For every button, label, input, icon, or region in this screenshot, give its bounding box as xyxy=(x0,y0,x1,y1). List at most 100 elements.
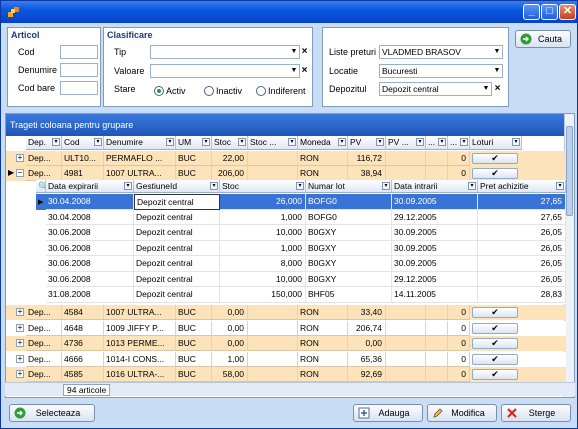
modifica-label: Modifica xyxy=(451,408,485,418)
table-row[interactable]: + Dep... ULT10... PERMAFLO ... BUC 22,00 RON 11… xyxy=(6,151,566,166)
detail-cell[interactable]: Depozit central xyxy=(134,256,220,272)
filter-icon[interactable]: ▾ xyxy=(438,138,446,146)
close-button[interactable]: ✕ xyxy=(559,4,576,20)
detail-cell[interactable]: Depozit central xyxy=(134,271,220,287)
table-cell: 0 xyxy=(448,351,470,367)
detail-cell[interactable]: Depozit central xyxy=(134,209,220,225)
detail-row[interactable]: 30.06.2008 Depozit central 10,000 B0GXY 30.0… xyxy=(36,225,566,241)
column-header[interactable]: Moneda ▾ xyxy=(298,136,348,150)
detail-cell: 29.12.2005 xyxy=(392,271,478,287)
filter-icon[interactable]: ▾ xyxy=(382,182,390,190)
detail-cell[interactable]: Depozit central xyxy=(134,287,220,303)
column-header[interactable]: Dep. ▾ xyxy=(26,136,62,150)
table-row[interactable]: + Dep... 4584 1007 ULTRA... BUC 0,00 RON 33,40 0… xyxy=(6,305,566,320)
detail-row[interactable]: 31.08.2008 Depozit central 150,000 BHF05 14.… xyxy=(36,287,566,303)
table-cell: 1014-I CONS... xyxy=(104,351,176,367)
detail-cell[interactable]: Depozit central xyxy=(134,240,220,256)
column-header[interactable]: Loturi ▾ xyxy=(470,136,522,150)
filter-icon[interactable]: ▾ xyxy=(460,138,468,146)
loturi-check-button[interactable]: ✔ xyxy=(472,369,518,380)
detail-row[interactable]: 30.04.2008 Depozit central 1,000 BOFG0 29.12… xyxy=(36,209,566,225)
column-header[interactable]: ... ▾ xyxy=(426,136,448,150)
group-by-bar[interactable]: Trageti coloana pentru grupare xyxy=(6,114,566,136)
filter-icon[interactable]: ▾ xyxy=(296,182,304,190)
tip-select[interactable]: ▼ xyxy=(150,45,300,59)
detail-column-header[interactable]: Data intrarii ▾ xyxy=(392,180,478,193)
collapse-icon[interactable]: − xyxy=(16,169,24,177)
maximize-button[interactable]: □ xyxy=(541,4,558,20)
expand-icon[interactable]: + xyxy=(16,339,24,347)
clear-valoare-icon[interactable]: × xyxy=(300,65,309,77)
expand-icon[interactable]: + xyxy=(16,308,24,316)
minimize-button[interactable]: _ xyxy=(523,4,540,20)
filter-icon[interactable]: ▾ xyxy=(94,138,102,146)
detail-column-header[interactable]: Stoc ▾ xyxy=(220,180,306,193)
detail-cell[interactable]: Depozit central xyxy=(134,225,220,241)
column-header[interactable]: PV ▾ xyxy=(348,136,386,150)
activ-radio[interactable] xyxy=(154,86,164,96)
detail-row[interactable]: ▶ 30.04.2008 Depozit central 26,000 BOFG0 30.… xyxy=(36,194,566,210)
filter-icon[interactable]: ▾ xyxy=(416,138,424,146)
filter-icon[interactable]: ▾ xyxy=(52,138,60,146)
detail-cell[interactable]: Depozit central xyxy=(134,194,220,210)
detail-row[interactable]: 30.06.2008 Depozit central 8,000 B0GXY 30.09… xyxy=(36,256,566,272)
indiferent-radio[interactable] xyxy=(256,86,266,96)
adauga-button[interactable]: Adauga xyxy=(353,404,423,422)
table-row[interactable]: + Dep... 4648 1009 JIFFY P... BUC 0,00 RON 206,… xyxy=(6,320,566,336)
filter-icon[interactable]: ▾ xyxy=(288,138,296,146)
cod-bare-input[interactable] xyxy=(60,81,98,95)
column-header[interactable]: Stoc ... ▾ xyxy=(248,136,298,150)
filter-icon[interactable]: ▾ xyxy=(210,182,218,190)
valoare-select[interactable]: ▼ xyxy=(150,64,300,78)
filter-icon[interactable]: ▾ xyxy=(238,138,246,146)
clear-tip-icon[interactable]: × xyxy=(300,46,309,58)
detail-column-header[interactable]: Numar lot ▾ xyxy=(306,180,392,193)
filter-icon[interactable]: ▾ xyxy=(468,182,476,190)
filter-icon[interactable]: ▾ xyxy=(512,138,520,146)
expand-icon[interactable]: + xyxy=(16,323,24,332)
filter-icon[interactable]: ▾ xyxy=(202,138,210,146)
loturi-check-button[interactable]: ✔ xyxy=(472,353,518,365)
table-row[interactable]: − ▶ Dep... 4981 1007 ULTRA... BUC 206,00 RON 38,… xyxy=(6,166,566,181)
detail-row[interactable]: 30.06.2008 Depozit central 1,000 B0GXY 30.09… xyxy=(36,240,566,256)
column-header[interactable]: PV ... ▾ xyxy=(386,136,426,150)
filter-icon[interactable]: ▾ xyxy=(376,138,384,146)
loturi-check-button[interactable]: ✔ xyxy=(472,338,518,349)
column-header[interactable]: Cod ▾ xyxy=(62,136,104,150)
clear-depozit-icon[interactable]: × xyxy=(493,83,502,95)
filter-icon[interactable]: ▾ xyxy=(124,182,132,190)
detail-row[interactable]: 30.06.2008 Depozit central 10,000 B0GXY 29.1… xyxy=(36,271,566,287)
column-header[interactable]: Stoc ▾ xyxy=(212,136,248,150)
column-header[interactable]: Denumire ▾ xyxy=(104,136,176,150)
table-row[interactable]: + Dep... 4666 1014-I CONS... BUC 1,00 RON 65,36… xyxy=(6,351,566,367)
detail-column-header[interactable]: Pret achizitie ▾ xyxy=(478,180,566,193)
expand-icon[interactable]: + xyxy=(16,154,24,162)
selecteaza-button[interactable]: Selecteaza xyxy=(9,404,95,422)
column-header[interactable]: UM ▾ xyxy=(176,136,212,150)
denumire-input[interactable] xyxy=(60,63,98,77)
search-icon[interactable]: 🔍 xyxy=(36,180,46,193)
table-row[interactable]: + Dep... 4736 1013 PERME... BUC 0,00 RON 0,00 0 ✔ xyxy=(6,336,566,351)
table-row[interactable]: + Dep... 4585 1016 ULTRA-... BUC 58,00 RON 92,6… xyxy=(6,367,566,382)
depozitul-select[interactable]: Depozit central ▼ xyxy=(379,82,492,96)
loturi-check-button[interactable]: ✔ xyxy=(472,153,518,164)
filter-icon[interactable]: ▾ xyxy=(166,138,174,146)
loturi-check-button[interactable]: ✔ xyxy=(472,307,518,318)
modifica-button[interactable]: Modifica xyxy=(427,404,497,422)
cod-input[interactable] xyxy=(60,45,98,59)
filter-icon[interactable]: ▾ xyxy=(556,182,564,190)
column-header[interactable]: ... ▾ xyxy=(448,136,470,150)
sterge-button[interactable]: Sterge xyxy=(501,404,571,422)
scroll-thumb[interactable] xyxy=(566,126,573,216)
inactiv-radio[interactable] xyxy=(204,86,214,96)
liste-preturi-select[interactable]: VLADMED BRASOV ▼ xyxy=(379,45,503,59)
detail-column-header[interactable]: Data expirarii ▾ xyxy=(46,180,134,193)
cauta-button[interactable]: Cauta xyxy=(515,30,571,48)
detail-column-header[interactable]: GestiuneId ▾ xyxy=(134,180,220,193)
loturi-check-button[interactable]: ✔ xyxy=(472,168,518,179)
locatie-select[interactable]: Bucuresti ▼ xyxy=(379,64,503,78)
filter-icon[interactable]: ▾ xyxy=(338,138,346,146)
loturi-check-button[interactable]: ✔ xyxy=(472,322,518,334)
expand-icon[interactable]: + xyxy=(16,370,24,378)
expand-icon[interactable]: + xyxy=(16,354,24,363)
